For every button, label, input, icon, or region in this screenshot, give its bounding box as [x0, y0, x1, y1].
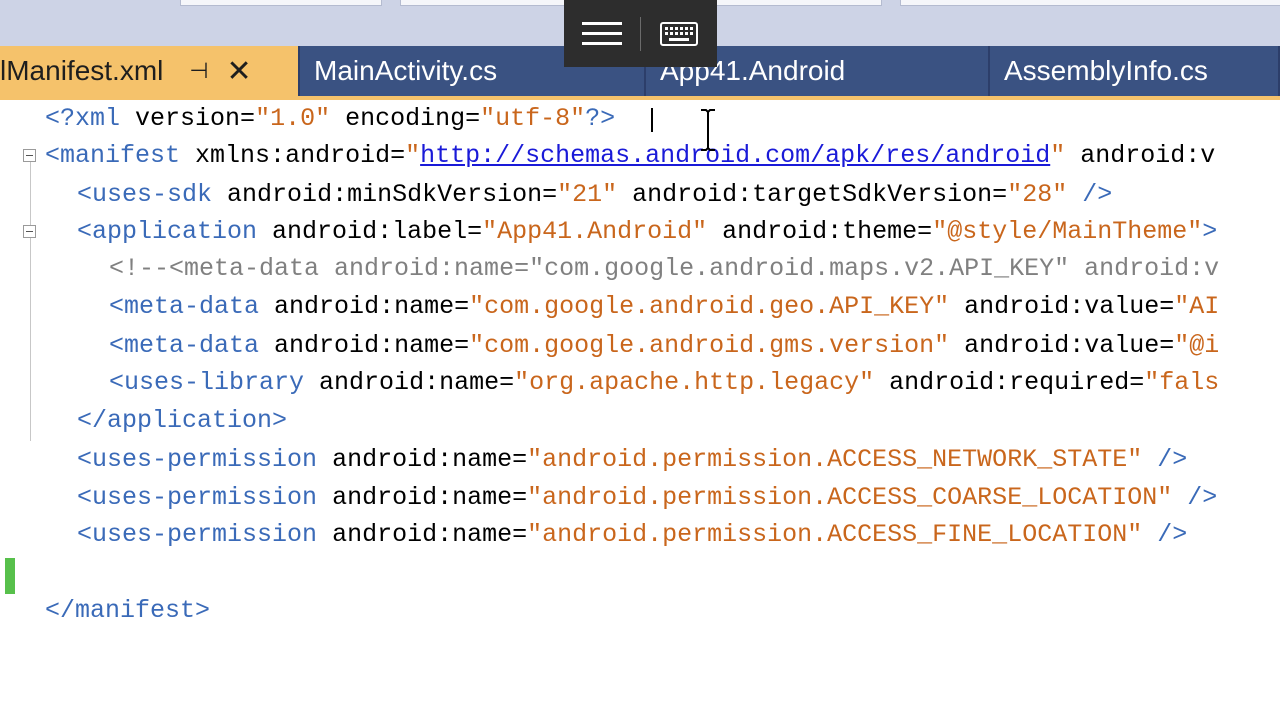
tab-label: MainActivity.cs	[314, 55, 498, 86]
collapse-toggle[interactable]	[23, 149, 36, 162]
code-line-11[interactable]: <uses-permission android:name="android.p…	[0, 479, 1280, 516]
code-line-3[interactable]: <uses-sdk android:minSdkVersion="21" and…	[0, 176, 1280, 213]
toolbar-field-3[interactable]	[900, 0, 1280, 6]
tab-android-manifest[interactable]: lManifest.xml ⊣ ✕	[0, 46, 300, 96]
pin-icon[interactable]: ⊣	[189, 58, 208, 84]
hamburger-menu-icon[interactable]	[564, 0, 640, 67]
close-icon[interactable]: ✕	[227, 54, 252, 89]
code-line-4[interactable]: <application android:label="App41.Androi…	[0, 213, 1280, 250]
code-line-14[interactable]: </manifest>	[0, 592, 1280, 629]
text-cursor-icon	[701, 109, 715, 151]
code-line-6[interactable]: <meta-data android:name="com.google.andr…	[0, 288, 1280, 325]
schema-link[interactable]: http://schemas.android.com/apk/res/andro…	[420, 141, 1050, 170]
toolbar-field-1[interactable]	[180, 0, 382, 6]
code-line-12[interactable]: <uses-permission android:name="android.p…	[0, 516, 1280, 553]
tab-label: AssemblyInfo.cs	[1004, 55, 1208, 86]
collapse-toggle[interactable]	[23, 225, 36, 238]
text-caret	[651, 108, 653, 132]
code-editor[interactable]: <?xml version="1.0" encoding="utf-8"?> <…	[0, 100, 1280, 625]
code-line-5[interactable]: <!--<meta-data android:name="com.google.…	[0, 250, 1280, 287]
code-line-2[interactable]: <manifest xmlns:android="http://schemas.…	[0, 137, 1280, 174]
code-line-7[interactable]: <meta-data android:name="com.google.andr…	[0, 327, 1280, 364]
code-line-9[interactable]: </application>	[0, 402, 1280, 439]
code-line-10[interactable]: <uses-permission android:name="android.p…	[0, 441, 1280, 478]
tab-assemblyinfo[interactable]: AssemblyInfo.cs	[990, 46, 1280, 96]
code-line-1[interactable]: <?xml version="1.0" encoding="utf-8"?>	[0, 100, 1280, 137]
floating-toolbar	[564, 0, 717, 67]
code-line-8[interactable]: <uses-library android:name="org.apache.h…	[0, 364, 1280, 401]
code-line-13[interactable]	[0, 554, 1280, 591]
keyboard-icon[interactable]	[641, 0, 717, 67]
tab-label: lManifest.xml	[0, 55, 164, 86]
